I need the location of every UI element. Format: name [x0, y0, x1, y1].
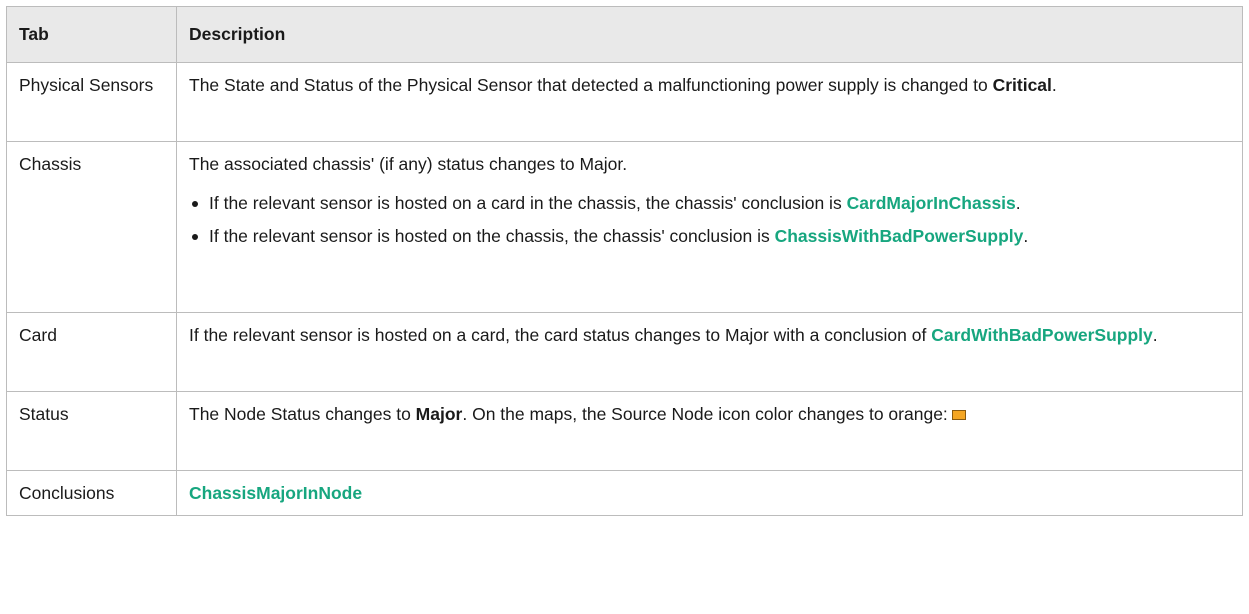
link-card-major-in-chassis[interactable]: CardMajorInChassis: [847, 193, 1016, 213]
description-text: .: [1023, 226, 1029, 246]
description-cell: If the relevant sensor is hosted on a ca…: [176, 312, 1243, 392]
bullet-list: If the relevant sensor is hosted on a ca…: [189, 191, 1230, 249]
status-critical: Critical: [992, 75, 1052, 95]
description-text: .: [1015, 193, 1021, 213]
description-cell: The Node Status changes to Major. On the…: [176, 391, 1243, 471]
description-cell: The State and Status of the Physical Sen…: [176, 62, 1243, 142]
description-text: The Node Status changes to: [189, 404, 416, 424]
conclusions-table: Tab Description Physical Sensors The Sta…: [6, 6, 1243, 516]
description-text: The State and Status of the Physical Sen…: [189, 75, 993, 95]
description-text: If the relevant sensor is hosted on a ca…: [209, 193, 847, 213]
list-item: If the relevant sensor is hosted on a ca…: [189, 191, 1230, 216]
bullet-icon: [192, 201, 198, 207]
table-row: Chassis The associated chassis' (if any)…: [6, 141, 1243, 313]
header-description: Description: [176, 6, 1243, 63]
description-text: The associated chassis' (if any) status …: [189, 154, 628, 174]
list-item: If the relevant sensor is hosted on the …: [189, 224, 1230, 249]
bullet-icon: [192, 234, 198, 240]
header-tab: Tab: [6, 6, 177, 63]
tab-cell-card: Card: [6, 312, 177, 392]
description-text: If the relevant sensor is hosted on the …: [209, 226, 775, 246]
tab-cell-physical-sensors: Physical Sensors: [6, 62, 177, 142]
tab-cell-status: Status: [6, 391, 177, 471]
tab-cell-chassis: Chassis: [6, 141, 177, 313]
description-cell: ChassisMajorInNode: [176, 470, 1243, 516]
table-row: Card If the relevant sensor is hosted on…: [6, 312, 1243, 392]
description-cell: The associated chassis' (if any) status …: [176, 141, 1243, 313]
tab-cell-conclusions: Conclusions: [6, 470, 177, 516]
table-row: Physical Sensors The State and Status of…: [6, 62, 1243, 142]
orange-status-swatch-icon: [951, 410, 966, 421]
table-row: Status The Node Status changes to Major.…: [6, 391, 1243, 471]
description-text: If the relevant sensor is hosted on a ca…: [189, 325, 932, 345]
description-text: . On the maps, the Source Node icon colo…: [462, 404, 948, 424]
status-major: Major: [415, 404, 463, 424]
table-row: Conclusions ChassisMajorInNode: [6, 470, 1243, 516]
link-card-with-bad-power-supply[interactable]: CardWithBadPowerSupply: [931, 325, 1153, 345]
link-chassis-major-in-node[interactable]: ChassisMajorInNode: [189, 483, 362, 503]
table-header-row: Tab Description: [6, 6, 1243, 63]
description-text: .: [1152, 325, 1158, 345]
link-chassis-with-bad-power-supply[interactable]: ChassisWithBadPowerSupply: [775, 226, 1024, 246]
description-text: .: [1051, 75, 1057, 95]
